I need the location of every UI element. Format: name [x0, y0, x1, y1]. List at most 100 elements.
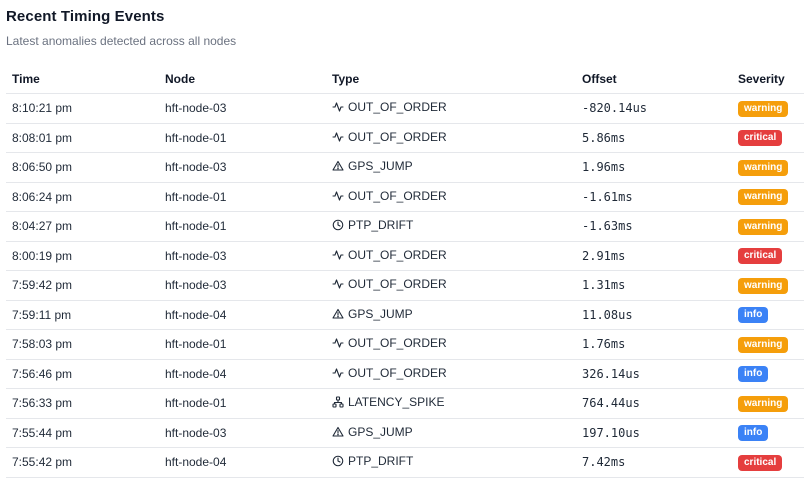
- event-type-label: OUT_OF_ORDER: [348, 100, 447, 115]
- cell-type: PTP_DRIFT: [326, 211, 576, 242]
- cell-time: 7:55:42 pm: [6, 447, 159, 478]
- table-row[interactable]: 8:10:21 pm hft-node-03 OUT_OF_ORDER -820.14…: [6, 93, 804, 124]
- table-row[interactable]: 8:06:24 pm hft-node-01 OUT_OF_ORDER -1.61ms…: [6, 182, 804, 212]
- column-header-node[interactable]: Node: [159, 65, 326, 94]
- cell-node: hft-node-03: [159, 152, 326, 183]
- events-table: Time Node Type Offset Severity 8:10:21 p…: [6, 65, 804, 478]
- table-row[interactable]: 8:00:19 pm hft-node-03 OUT_OF_ORDER 2.91ms c…: [6, 241, 804, 271]
- cell-offset: 1.76ms: [576, 329, 732, 360]
- event-type-label: OUT_OF_ORDER: [348, 129, 447, 144]
- event-type-label: GPS_JUMP: [348, 159, 413, 174]
- table-header-row: Time Node Type Offset Severity: [6, 65, 804, 94]
- event-type-label: OUT_OF_ORDER: [348, 336, 447, 351]
- activity-icon: [332, 249, 344, 261]
- event-type: LATENCY_SPIKE: [332, 395, 444, 409]
- alert-triangle-icon: [332, 426, 344, 438]
- cell-offset: 764.44us: [576, 388, 732, 419]
- cell-type: LATENCY_SPIKE: [326, 388, 576, 419]
- event-type-label: OUT_OF_ORDER: [348, 247, 447, 262]
- cell-node: hft-node-01: [159, 329, 326, 360]
- severity-badge: critical: [738, 454, 783, 471]
- cell-severity: warning: [732, 388, 804, 419]
- cell-severity: warning: [732, 152, 804, 183]
- event-type-label: LATENCY_SPIKE: [348, 395, 445, 410]
- activity-icon: [332, 131, 344, 143]
- column-header-type[interactable]: Type: [326, 65, 576, 94]
- cell-offset: 2.91ms: [576, 241, 732, 271]
- table-row[interactable]: 7:59:42 pm hft-node-03 OUT_OF_ORDER 1.31ms w…: [6, 270, 804, 301]
- column-header-severity[interactable]: Severity: [732, 65, 804, 94]
- cell-offset: -820.14us: [576, 93, 732, 124]
- table-row[interactable]: 7:56:33 pm hft-node-01 LATENCY_SPIKE 764.44…: [6, 388, 804, 419]
- cell-time: 8:10:21 pm: [6, 93, 159, 124]
- cell-node: hft-node-03: [159, 93, 326, 124]
- table-row[interactable]: 8:04:27 pm hft-node-01 PTP_DRIFT -1.63ms war…: [6, 211, 804, 242]
- column-header-offset[interactable]: Offset: [576, 65, 732, 94]
- cell-type: OUT_OF_ORDER: [326, 359, 576, 389]
- cell-type: OUT_OF_ORDER: [326, 182, 576, 212]
- network-icon: [332, 396, 344, 408]
- cell-severity: warning: [732, 211, 804, 242]
- cell-severity: info: [732, 300, 804, 330]
- cell-type: OUT_OF_ORDER: [326, 329, 576, 360]
- severity-badge: warning: [738, 189, 789, 206]
- cell-node: hft-node-04: [159, 359, 326, 389]
- event-type: OUT_OF_ORDER: [332, 277, 447, 291]
- cell-time: 7:58:03 pm: [6, 329, 159, 360]
- cell-type: OUT_OF_ORDER: [326, 123, 576, 153]
- clock-icon: [332, 455, 344, 467]
- cell-severity: info: [732, 359, 804, 389]
- cell-time: 8:06:50 pm: [6, 152, 159, 183]
- cell-severity: critical: [732, 241, 804, 271]
- severity-badge: info: [738, 425, 769, 442]
- event-type: OUT_OF_ORDER: [332, 366, 447, 380]
- cell-type: OUT_OF_ORDER: [326, 241, 576, 271]
- column-header-time[interactable]: Time: [6, 65, 159, 94]
- activity-icon: [332, 101, 344, 113]
- cell-offset: 7.42ms: [576, 447, 732, 478]
- table-row[interactable]: 7:56:46 pm hft-node-04 OUT_OF_ORDER 326.14u…: [6, 359, 804, 389]
- cell-severity: warning: [732, 270, 804, 301]
- event-type-label: GPS_JUMP: [348, 306, 413, 321]
- cell-offset: 1.31ms: [576, 270, 732, 301]
- cell-severity: warning: [732, 329, 804, 360]
- cell-offset: 5.86ms: [576, 123, 732, 153]
- activity-icon: [332, 190, 344, 202]
- event-type: OUT_OF_ORDER: [332, 248, 447, 262]
- table-row[interactable]: 7:55:44 pm hft-node-03 GPS_JUMP 197.10us inf…: [6, 418, 804, 448]
- cell-time: 8:00:19 pm: [6, 241, 159, 271]
- cell-node: hft-node-01: [159, 211, 326, 242]
- severity-badge: critical: [738, 248, 783, 265]
- cell-time: 8:08:01 pm: [6, 123, 159, 153]
- activity-icon: [332, 367, 344, 379]
- severity-badge: warning: [738, 395, 789, 412]
- cell-node: hft-node-01: [159, 123, 326, 153]
- table-row[interactable]: 7:59:11 pm hft-node-04 GPS_JUMP 11.08us info: [6, 300, 804, 330]
- table-row[interactable]: 8:06:50 pm hft-node-03 GPS_JUMP 1.96ms warni…: [6, 152, 804, 183]
- alert-triangle-icon: [332, 308, 344, 320]
- event-type-label: OUT_OF_ORDER: [348, 365, 447, 380]
- activity-icon: [332, 337, 344, 349]
- table-row[interactable]: 7:55:42 pm hft-node-04 PTP_DRIFT 7.42ms crit…: [6, 447, 804, 478]
- event-type: GPS_JUMP: [332, 307, 413, 321]
- recent-timing-events-panel: Recent Timing Events Latest anomalies de…: [0, 0, 806, 478]
- cell-time: 7:59:42 pm: [6, 270, 159, 301]
- table-row[interactable]: 8:08:01 pm hft-node-01 OUT_OF_ORDER 5.86ms c…: [6, 123, 804, 153]
- cell-offset: -1.63ms: [576, 211, 732, 242]
- severity-badge: warning: [738, 336, 789, 353]
- panel-title: Recent Timing Events: [6, 8, 165, 25]
- event-type: GPS_JUMP: [332, 159, 413, 173]
- cell-time: 8:04:27 pm: [6, 211, 159, 242]
- clock-icon: [332, 219, 344, 231]
- cell-node: hft-node-03: [159, 418, 326, 448]
- event-type: OUT_OF_ORDER: [332, 100, 447, 114]
- cell-type: GPS_JUMP: [326, 152, 576, 183]
- cell-time: 8:06:24 pm: [6, 182, 159, 212]
- cell-node: hft-node-01: [159, 182, 326, 212]
- alert-triangle-icon: [332, 160, 344, 172]
- event-type: OUT_OF_ORDER: [332, 336, 447, 350]
- activity-icon: [332, 278, 344, 290]
- severity-badge: warning: [738, 277, 789, 294]
- table-row[interactable]: 7:58:03 pm hft-node-01 OUT_OF_ORDER 1.76ms w…: [6, 329, 804, 360]
- cell-type: GPS_JUMP: [326, 300, 576, 330]
